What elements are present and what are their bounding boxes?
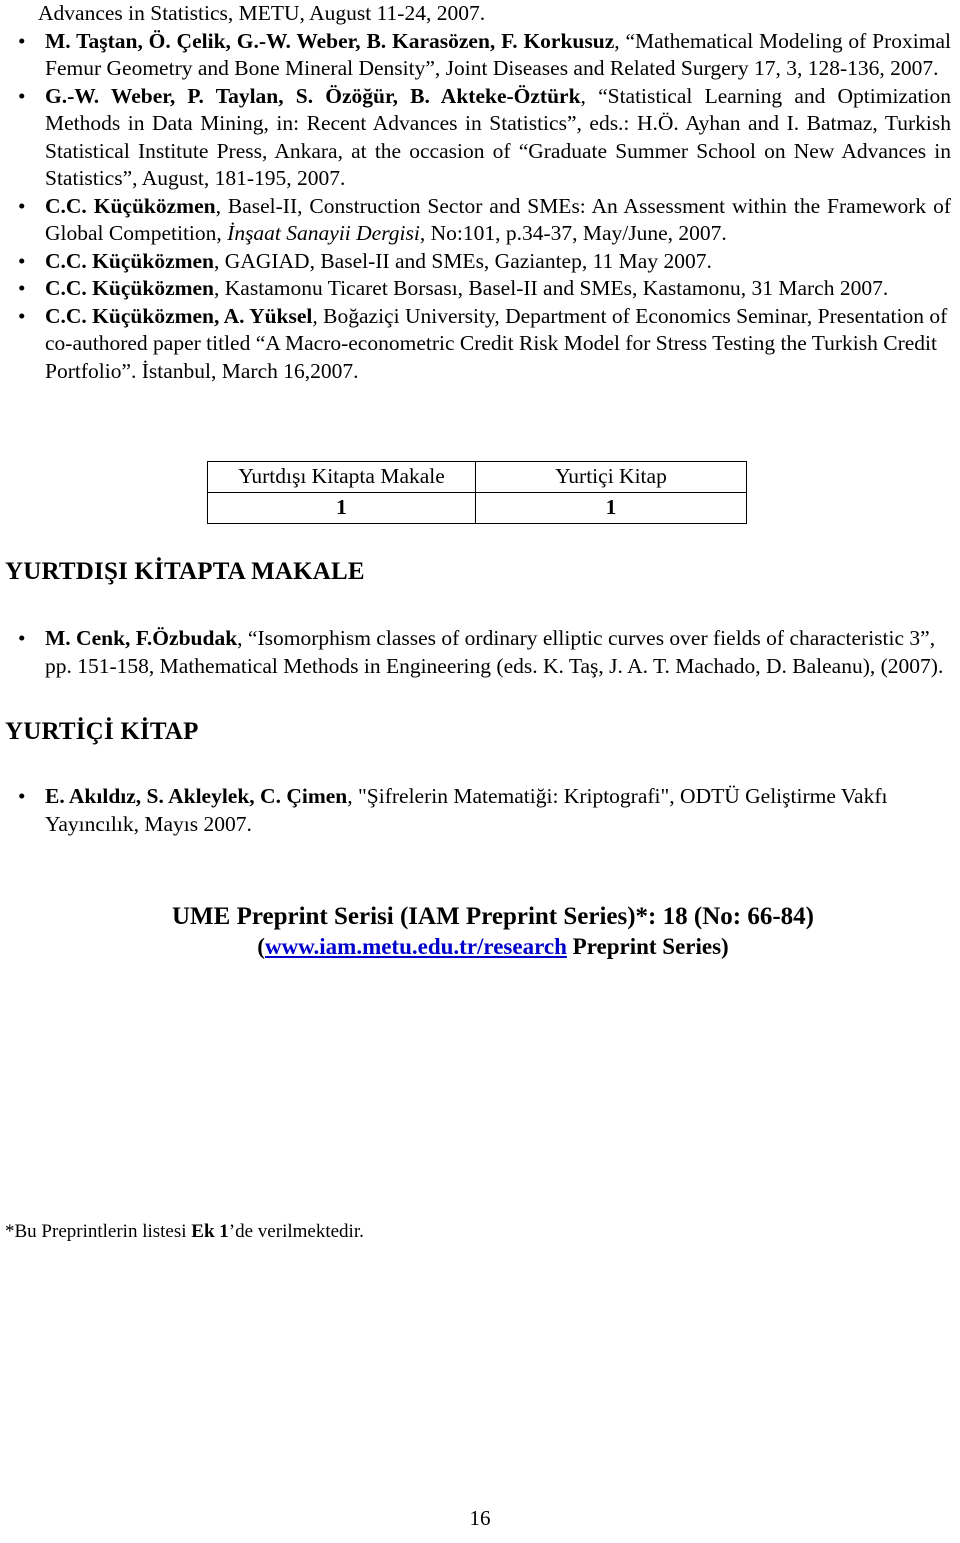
reference-authors: C.C. Küçüközmen bbox=[45, 193, 216, 218]
reference-item: • C.C. Küçüközmen, Kastamonu Ticaret Bor… bbox=[18, 275, 957, 303]
preprint-subtitle-tail: Preprint Series) bbox=[566, 934, 729, 959]
bullet-icon: • bbox=[18, 626, 26, 650]
bullet-icon: • bbox=[18, 193, 26, 218]
reference-item: • C.C. Küçüközmen, A. Yüksel, Boğaziçi U… bbox=[18, 303, 957, 386]
bullet-icon: • bbox=[18, 303, 26, 328]
section-list-yurtdisi-kitapta-makale: • M. Cenk, F.Özbudak, “Isomorphism class… bbox=[5, 625, 957, 680]
bullet-icon: • bbox=[18, 276, 26, 300]
reference-authors: M. Cenk, F.Özbudak bbox=[45, 626, 238, 650]
footnote: *Bu Preprintlerin listesi Ek 1’de verilm… bbox=[5, 1220, 957, 1244]
reference-item: • C.C. Küçüközmen, GAGIAD, Basel-II and … bbox=[18, 248, 957, 276]
reference-text-tail: , No:101, p.34-37, May/June, 2007. bbox=[419, 221, 727, 245]
preprint-title-main: UME Preprint Serisi (IAM Preprint Series… bbox=[172, 903, 806, 930]
section-heading-yurtdisi-kitapta-makale: YURTDIŞI KİTAPTA MAKALE bbox=[5, 558, 365, 585]
reference-authors-secondary: , A. Yüksel bbox=[214, 303, 313, 328]
table-cell-yurtici-kitap-count: 1 bbox=[475, 492, 747, 524]
bullet-icon: • bbox=[18, 83, 26, 108]
reference-journal-title: İnşaat Sanayii Dergisi bbox=[227, 221, 420, 245]
bullet-icon: • bbox=[18, 248, 26, 273]
preprint-paren-open: ( bbox=[257, 934, 265, 959]
counts-table-wrapper: Yurtdışı Kitapta Makale Yurtiçi Kitap 1 … bbox=[5, 461, 957, 524]
reference-item: • G.-W. Weber, P. Taylan, S. Özöğür, B. … bbox=[18, 83, 957, 193]
reference-item: • E. Akıldız, S. Akleylek, C. Çimen, "Şi… bbox=[18, 783, 957, 838]
table-row-values: 1 1 bbox=[207, 492, 747, 524]
reference-authors: C.C. Küçüközmen bbox=[45, 248, 215, 273]
document-page: Advances in Statistics, METU, August 11-… bbox=[0, 0, 960, 1543]
footnote-suffix: ’de verilmektedir. bbox=[228, 1221, 364, 1242]
section-list-yurtici-kitap: • E. Akıldız, S. Akleylek, C. Çimen, "Şi… bbox=[5, 783, 957, 838]
footnote-bold-reference: Ek 1 bbox=[191, 1221, 229, 1242]
table-header-yurtdisi-kitapta-makale: Yurtdışı Kitapta Makale bbox=[207, 461, 476, 493]
section-heading-yurtici-kitap: YURTİÇİ KİTAP bbox=[5, 718, 199, 745]
table-header-yurtici-kitap: Yurtiçi Kitap bbox=[475, 461, 747, 493]
reference-authors: E. Akıldız, S. Akleylek, C. Çimen bbox=[45, 784, 348, 808]
preprint-series-subtitle: (www.iam.metu.edu.tr/research Preprint S… bbox=[5, 932, 957, 962]
reference-authors: C.C. Küçüközmen bbox=[45, 303, 215, 328]
reference-authors: C.C. Küçüközmen bbox=[45, 276, 215, 300]
preprint-series-title: UME Preprint Serisi (IAM Preprint Series… bbox=[5, 901, 957, 932]
reference-authors: G.-W. Weber, P. Taylan, S. Özöğür, B. Ak… bbox=[45, 83, 581, 108]
page-number: 16 bbox=[469, 1506, 491, 1530]
reference-authors: M. Taştan, Ö. Çelik, G.-W. Weber, B. Kar… bbox=[45, 28, 615, 53]
reference-item: • C.C. Küçüközmen, Basel-II, Constructio… bbox=[18, 193, 957, 248]
counts-table: Yurtdışı Kitapta Makale Yurtiçi Kitap 1 … bbox=[207, 461, 747, 524]
preprint-series-url-link[interactable]: www.iam.metu.edu.tr/research bbox=[265, 934, 567, 959]
table-cell-yurtdisi-kitapta-makale-count: 1 bbox=[207, 492, 476, 524]
reference-text: , Kastamonu Ticaret Borsası, Basel-II an… bbox=[214, 276, 889, 300]
bullet-icon: • bbox=[18, 28, 26, 53]
bullet-icon: • bbox=[18, 784, 26, 808]
reference-item: • M. Cenk, F.Özbudak, “Isomorphism class… bbox=[18, 625, 957, 680]
table-row-headers: Yurtdışı Kitapta Makale Yurtiçi Kitap bbox=[207, 461, 747, 493]
preprint-title-tail: ) bbox=[805, 903, 814, 930]
reference-text: , GAGIAD, Basel-II and SMEs, Gaziantep, … bbox=[214, 248, 712, 273]
reference-item: • M. Taştan, Ö. Çelik, G.-W. Weber, B. K… bbox=[18, 28, 957, 83]
reference-continuation-line: Advances in Statistics, METU, August 11-… bbox=[38, 1, 486, 25]
footnote-prefix: *Bu Preprintlerin listesi bbox=[5, 1221, 192, 1242]
references-list: • M. Taştan, Ö. Çelik, G.-W. Weber, B. K… bbox=[5, 28, 957, 386]
